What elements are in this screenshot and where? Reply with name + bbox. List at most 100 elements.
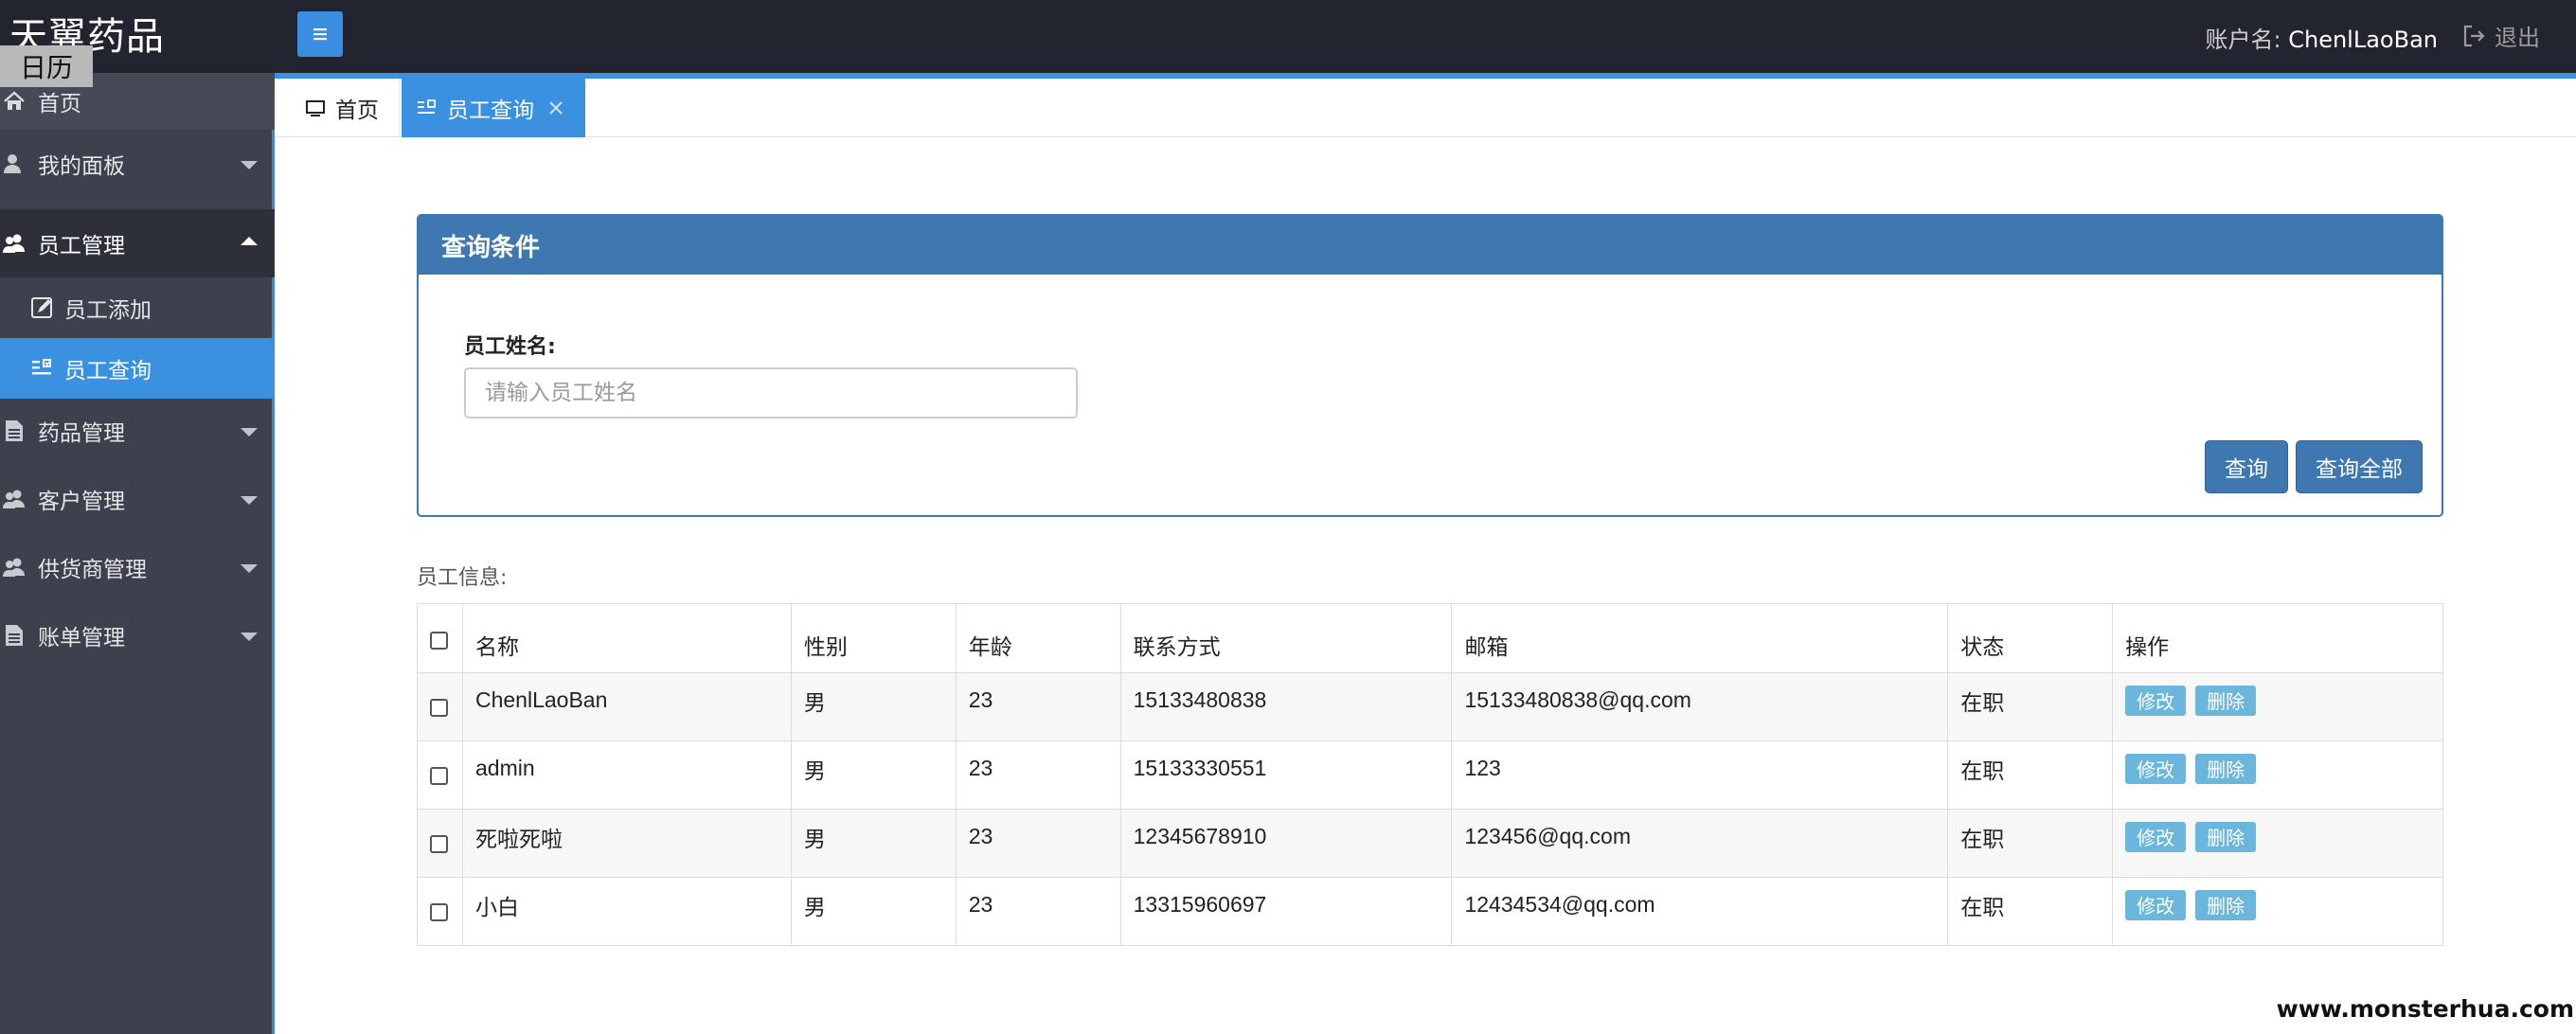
cell-actions: 修改 删除 bbox=[2112, 809, 2443, 878]
row-select-cell bbox=[417, 877, 463, 946]
employee-name-input[interactable] bbox=[464, 367, 1078, 419]
tab-employee-query[interactable]: 员工查询 bbox=[402, 79, 585, 137]
sidebar-item-employee-query[interactable]: 员工查询 bbox=[0, 338, 275, 399]
chevron-down-icon bbox=[241, 161, 258, 169]
cell-status: 在职 bbox=[1947, 672, 2114, 741]
tab-home[interactable]: 首页 bbox=[284, 79, 400, 137]
chevron-down-icon bbox=[241, 428, 258, 437]
home-icon bbox=[2, 89, 27, 114]
query-all-button[interactable]: 查询全部 bbox=[2296, 440, 2423, 493]
sidebar-item-customer-management[interactable]: 客户管理 bbox=[0, 465, 275, 533]
row-checkbox[interactable] bbox=[430, 835, 448, 853]
cell-email: 12434534@qq.com bbox=[1451, 877, 1949, 946]
logout-icon bbox=[2463, 25, 2485, 46]
cell-name: 小白 bbox=[461, 877, 792, 946]
sidebar-item-label: 供货商管理 bbox=[38, 558, 147, 582]
cell-gender: 男 bbox=[790, 740, 957, 810]
query-button[interactable]: 查询 bbox=[2205, 440, 2288, 493]
employee-name-label: 员工姓名: bbox=[464, 335, 556, 359]
cell-email: 123 bbox=[1451, 740, 1949, 810]
user-icon bbox=[2, 152, 27, 176]
delete-button[interactable]: 删除 bbox=[2195, 685, 2257, 716]
sidebar-item-label: 首页 bbox=[38, 92, 81, 116]
select-all-checkbox[interactable] bbox=[430, 632, 448, 650]
table-row: 死啦死啦 男 23 12345678910 123456@qq.com 在职 修… bbox=[417, 809, 2443, 878]
cell-status: 在职 bbox=[1947, 877, 2114, 946]
sidebar-item-label: 员工管理 bbox=[38, 234, 125, 258]
chevron-down-icon bbox=[241, 564, 258, 573]
cell-actions: 修改 删除 bbox=[2112, 672, 2443, 741]
column-header: 状态 bbox=[1947, 603, 2114, 673]
sidebar-item-bill-management[interactable]: 账单管理 bbox=[0, 601, 275, 669]
row-checkbox[interactable] bbox=[430, 767, 448, 785]
sidebar-item-label: 账单管理 bbox=[38, 626, 125, 651]
delete-button[interactable]: 删除 bbox=[2195, 889, 2257, 920]
column-header: 名称 bbox=[461, 603, 792, 673]
calendar-tooltip: 日历 bbox=[0, 45, 93, 87]
row-select-cell bbox=[417, 809, 463, 878]
edit-button[interactable]: 修改 bbox=[2125, 685, 2187, 716]
table-row: 小白 男 23 13315960697 12434534@qq.com 在职 修… bbox=[417, 877, 2443, 946]
cell-phone: 12345678910 bbox=[1119, 809, 1453, 878]
cell-age: 23 bbox=[955, 740, 1121, 810]
chevron-down-icon bbox=[241, 496, 258, 505]
cell-age: 23 bbox=[955, 809, 1121, 878]
cell-age: 23 bbox=[955, 877, 1121, 946]
top-bar: 天翼药品 账户名: ChenlLaoBan 退出 bbox=[0, 0, 2576, 73]
select-all-cell bbox=[417, 603, 463, 673]
close-icon[interactable] bbox=[547, 99, 564, 116]
sidebar-item-label: 我的面板 bbox=[38, 154, 125, 179]
tab-label: 员工查询 bbox=[447, 98, 534, 123]
tab-label: 首页 bbox=[335, 98, 379, 123]
sidebar: 首页 我的面板 员工管理 员工添加 员工查询 药品管理 客户管理 供货商管理 账… bbox=[0, 73, 275, 1034]
edit-button[interactable]: 修改 bbox=[2125, 889, 2187, 920]
chevron-down-icon bbox=[241, 633, 258, 641]
logout-button[interactable]: 退出 bbox=[2460, 19, 2540, 52]
table-row: admin 男 23 15133330551 123 在职 修改 删除 bbox=[417, 740, 2443, 810]
users-icon bbox=[2, 487, 27, 511]
users-icon bbox=[2, 231, 27, 256]
row-select-cell bbox=[417, 740, 463, 810]
cell-name: admin bbox=[461, 740, 792, 810]
sidebar-item-employee-management[interactable]: 员工管理 bbox=[0, 209, 275, 277]
cell-phone: 13315960697 bbox=[1119, 877, 1453, 946]
edit-button[interactable]: 修改 bbox=[2125, 821, 2187, 852]
column-header: 邮箱 bbox=[1451, 603, 1949, 673]
list-icon bbox=[30, 356, 55, 381]
account-info: 账户名: ChenlLaoBan bbox=[2206, 21, 2439, 54]
file-icon bbox=[2, 419, 27, 443]
sidebar-item-label: 药品管理 bbox=[38, 421, 125, 446]
cell-status: 在职 bbox=[1947, 809, 2114, 878]
row-checkbox[interactable] bbox=[430, 903, 448, 921]
column-header: 联系方式 bbox=[1119, 603, 1453, 673]
sidebar-item-label: 员工查询 bbox=[64, 359, 152, 383]
cell-gender: 男 bbox=[790, 672, 957, 741]
sidebar-item-label: 客户管理 bbox=[38, 490, 125, 514]
sidebar-item-my-panel[interactable]: 我的面板 bbox=[0, 130, 275, 198]
delete-button[interactable]: 删除 bbox=[2195, 753, 2257, 784]
column-header: 操作 bbox=[2112, 603, 2443, 673]
tab-bar: 首页 员工查询 bbox=[275, 79, 2576, 137]
search-panel: 查询条件 员工姓名: 查询 查询全部 bbox=[417, 214, 2443, 517]
sidebar-toggle-button[interactable] bbox=[297, 11, 343, 57]
edit-button[interactable]: 修改 bbox=[2125, 753, 2187, 784]
cell-name: ChenlLaoBan bbox=[461, 672, 792, 741]
row-checkbox[interactable] bbox=[430, 699, 448, 717]
table-header-row: 名称 性别 年龄 联系方式 邮箱 状态 操作 bbox=[417, 603, 2443, 673]
account-label: 账户名: bbox=[2205, 27, 2281, 53]
column-header: 年龄 bbox=[955, 603, 1121, 673]
cell-age: 23 bbox=[955, 672, 1121, 741]
sidebar-item-employee-add[interactable]: 员工添加 bbox=[0, 277, 275, 338]
delete-button[interactable]: 删除 bbox=[2195, 821, 2257, 852]
cell-actions: 修改 删除 bbox=[2112, 740, 2443, 810]
row-select-cell bbox=[417, 672, 463, 741]
cell-gender: 男 bbox=[790, 809, 957, 878]
sidebar-item-drug-management[interactable]: 药品管理 bbox=[0, 397, 275, 465]
cell-status: 在职 bbox=[1947, 740, 2114, 810]
sidebar-item-supplier-management[interactable]: 供货商管理 bbox=[0, 533, 275, 601]
cell-email: 15133480838@qq.com bbox=[1451, 672, 1949, 741]
column-header: 性别 bbox=[790, 603, 957, 673]
watermark: www.monsterhua.com bbox=[2276, 995, 2574, 1023]
cell-phone: 15133330551 bbox=[1119, 740, 1453, 810]
cell-email: 123456@qq.com bbox=[1451, 809, 1949, 878]
